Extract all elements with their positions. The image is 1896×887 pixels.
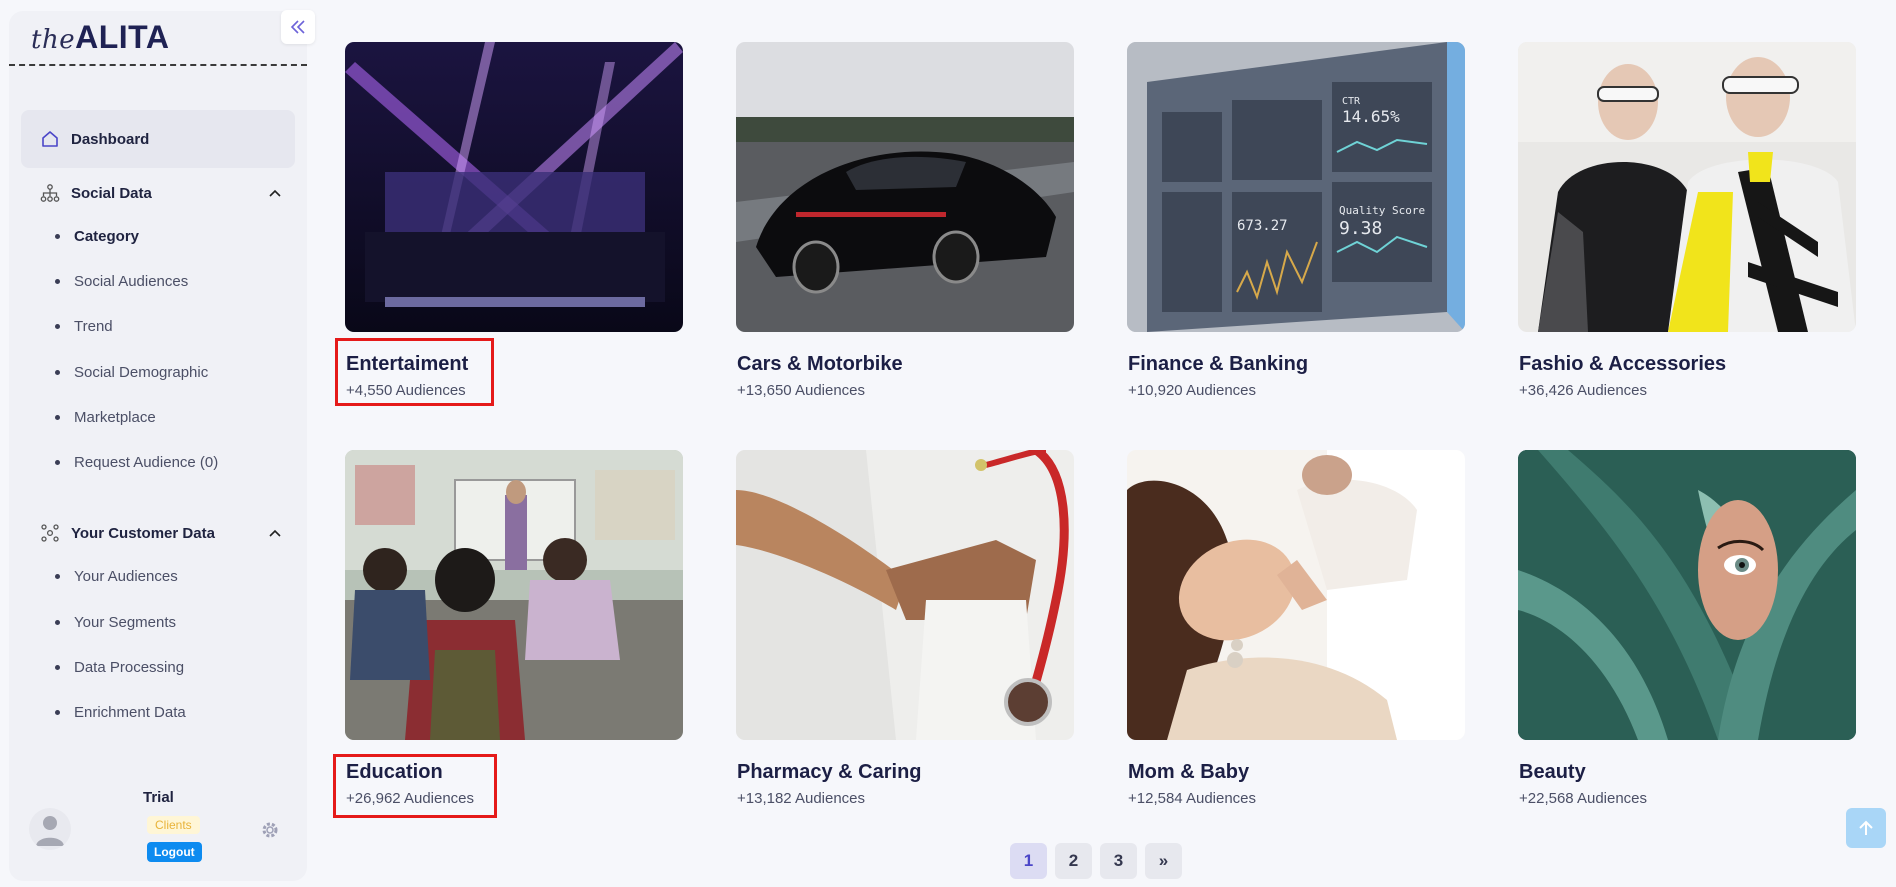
sub-item-label: Request Audience (0) (74, 454, 219, 471)
bullet-icon (55, 665, 60, 670)
arrow-up-icon (1859, 820, 1873, 835)
sub-item-label: Category (74, 228, 140, 245)
hierarchy-icon (39, 182, 61, 204)
finance-image: CTR 14.65% Quality Score 9.38 673.27 (1127, 42, 1465, 332)
bullet-icon (55, 324, 60, 329)
sub-item-label: Enrichment Data (74, 704, 186, 721)
education-image (345, 450, 683, 740)
category-title: Pharmacy & Caring (737, 761, 922, 783)
nav-customer-data[interactable]: Your Customer Data (21, 504, 295, 562)
role-badge: Clients (147, 816, 200, 834)
sub-item-social-demographic[interactable]: Social Demographic (55, 364, 208, 381)
sidebar: theALITA Dashboard Social Data Category … (9, 11, 307, 881)
sub-item-your-segments[interactable]: Your Segments (55, 614, 176, 631)
sub-item-label: Data Processing (74, 659, 185, 676)
quality-value: 9.38 (1339, 218, 1382, 239)
category-audiences: +36,426 Audiences (1519, 382, 1648, 399)
nav-customer-data-label: Your Customer Data (71, 524, 215, 542)
nav-dashboard[interactable]: Dashboard (21, 110, 295, 168)
user-name: Trial (143, 789, 174, 806)
page-button-3[interactable]: 3 (1100, 843, 1137, 879)
page-button-2[interactable]: 2 (1055, 843, 1092, 879)
cost-value: 673.27 (1237, 218, 1288, 234)
pharmacy-image (736, 450, 1074, 740)
sub-item-label: Trend (74, 318, 113, 335)
bullet-icon (55, 620, 60, 625)
sub-item-social-audiences[interactable]: Social Audiences (55, 273, 188, 290)
sub-item-your-audiences[interactable]: Your Audiences (55, 568, 178, 585)
category-card-beauty[interactable]: Beauty +22,568 Audiences (1518, 450, 1856, 807)
sub-item-enrichment-data[interactable]: Enrichment Data (55, 704, 186, 721)
sub-item-data-processing[interactable]: Data Processing (55, 659, 184, 676)
category-card-education[interactable]: Education +26,962 Audiences (345, 450, 683, 807)
category-title: Finance & Banking (1128, 353, 1309, 375)
category-audiences: +12,584 Audiences (1128, 790, 1257, 807)
cars-image (736, 42, 1074, 332)
category-title: Mom & Baby (1128, 761, 1250, 783)
highlight-box (335, 338, 494, 406)
page-button-1[interactable]: 1 (1010, 843, 1047, 879)
logout-button[interactable]: Logout (147, 842, 202, 862)
brand-name: ALITA (75, 19, 170, 55)
bullet-icon (55, 574, 60, 579)
category-audiences: +10,920 Audiences (1128, 382, 1257, 399)
category-card-entertainment[interactable]: Entertaiment +4,550 Audiences (345, 42, 683, 399)
scroll-to-top-button[interactable] (1846, 808, 1886, 848)
brand-logo[interactable]: theALITA (31, 19, 169, 56)
gear-icon[interactable] (259, 819, 281, 841)
quality-label: Quality Score (1339, 204, 1425, 217)
chevron-up-icon[interactable] (269, 186, 281, 200)
bullet-icon (55, 415, 60, 420)
home-icon (39, 128, 61, 150)
category-audiences: +22,568 Audiences (1519, 790, 1648, 807)
sub-item-trend[interactable]: Trend (55, 318, 113, 335)
network-icon (39, 522, 61, 544)
category-card-pharmacy[interactable]: Pharmacy & Caring +13,182 Audiences (736, 450, 1074, 807)
pagination: 1 2 3 » (1010, 843, 1182, 879)
user-block: Trial Clients Logout (9, 776, 307, 876)
category-title: Cars & Motorbike (737, 353, 903, 375)
bullet-icon (55, 370, 60, 375)
bullet-icon (55, 710, 60, 715)
bullet-icon (55, 460, 60, 465)
category-card-cars[interactable]: Cars & Motorbike +13,650 Audiences (736, 42, 1074, 399)
category-title: Fashio & Accessories (1519, 353, 1727, 375)
fashion-image (1518, 42, 1856, 332)
category-audiences: +13,182 Audiences (737, 790, 866, 807)
next-page-button[interactable]: » (1145, 843, 1182, 879)
sub-item-label: Your Segments (74, 614, 177, 631)
logo-row: theALITA (9, 11, 307, 66)
highlight-box (333, 754, 497, 818)
category-title: Beauty (1519, 761, 1586, 783)
sub-item-label: Social Audiences (74, 273, 189, 290)
sub-item-label: Your Audiences (74, 568, 178, 585)
collapse-sidebar-button[interactable] (281, 10, 315, 44)
sub-item-marketplace[interactable]: Marketplace (55, 409, 156, 426)
sub-item-category[interactable]: Category (55, 228, 139, 245)
nav-social-data[interactable]: Social Data (21, 164, 295, 222)
category-card-finance[interactable]: CTR 14.65% Quality Score 9.38 673.27 Fin… (1127, 42, 1465, 399)
mom-baby-image (1127, 450, 1465, 740)
category-audiences: +13,650 Audiences (737, 382, 866, 399)
ctr-value: 14.65% (1342, 107, 1400, 126)
entertainment-image (345, 42, 683, 332)
sub-item-request-audience[interactable]: Request Audience (0) (55, 454, 218, 471)
beauty-image (1518, 450, 1856, 740)
bullet-icon (55, 234, 60, 239)
ctr-label: CTR (1342, 96, 1361, 107)
category-card-fashion[interactable]: Fashio & Accessories +36,426 Audiences (1518, 42, 1856, 399)
sub-item-label: Marketplace (74, 409, 156, 426)
brand-prefix: the (31, 25, 76, 55)
bullet-icon (55, 279, 60, 284)
nav-social-data-label: Social Data (71, 184, 152, 202)
avatar (29, 808, 71, 850)
sub-item-label: Social Demographic (74, 364, 209, 381)
category-card-mom-baby[interactable]: Mom & Baby +12,584 Audiences (1127, 450, 1465, 807)
nav-dashboard-label: Dashboard (71, 130, 150, 148)
chevron-up-icon[interactable] (269, 526, 281, 540)
